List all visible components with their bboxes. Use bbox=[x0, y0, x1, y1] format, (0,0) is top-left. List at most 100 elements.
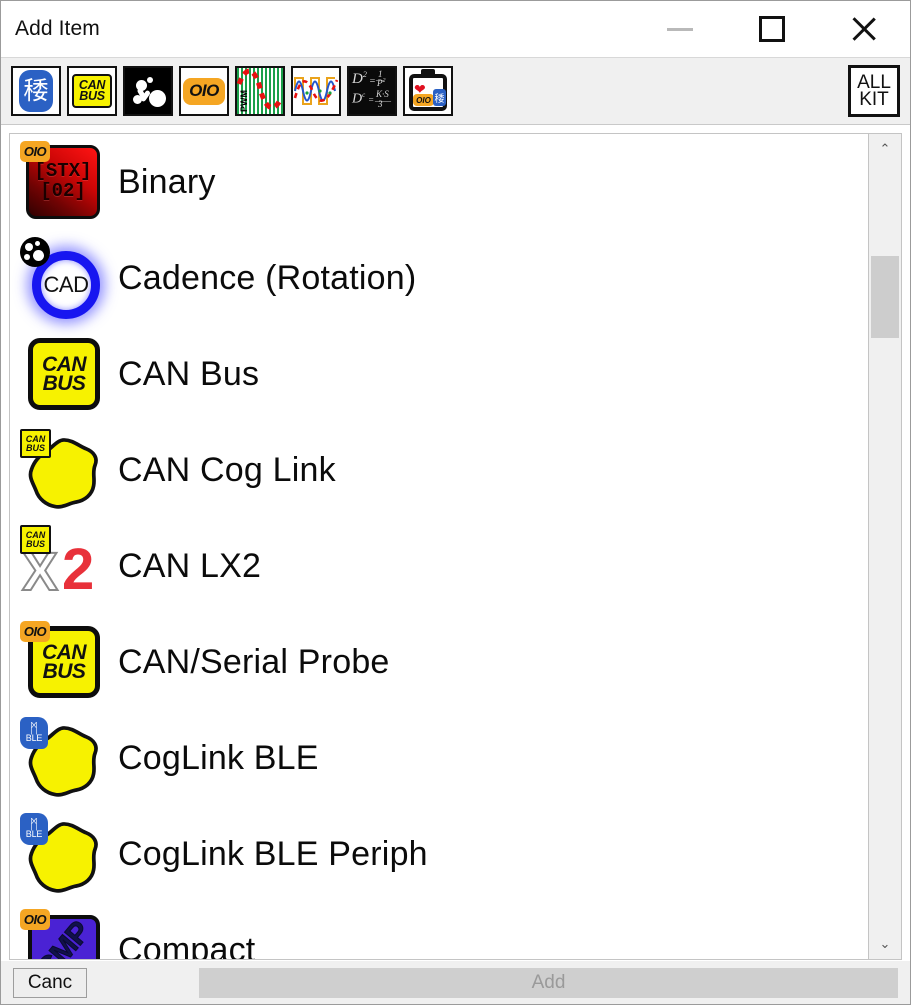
list-item[interactable]: CAD Cadence (Rotation) bbox=[10, 230, 868, 326]
list-item-icon: CAD bbox=[14, 230, 118, 326]
canbus-badge-line2: BUS bbox=[25, 538, 45, 549]
canbus-tile-line2: BUS bbox=[42, 660, 86, 683]
list-item-label: CogLink BLE bbox=[118, 738, 319, 777]
cog-icon: ᛗ BLE bbox=[20, 811, 106, 897]
ble-badge-label: BLE bbox=[25, 829, 43, 840]
list-item-label: Cadence (Rotation) bbox=[118, 258, 417, 297]
window-controls bbox=[634, 1, 910, 57]
oio-badge-text: OIO bbox=[23, 624, 47, 639]
list-item[interactable]: CAN BUS OIO CAN/Serial Probe bbox=[10, 614, 868, 710]
oio-icon-text: OIO bbox=[189, 81, 219, 100]
list-item-label: CAN Bus bbox=[118, 354, 260, 393]
list-item-icon: X 2 CAN BUS bbox=[14, 518, 118, 614]
filter-math-button[interactable]: D2 = 1 — P2 Dc = K·S 3 —— bbox=[347, 66, 397, 116]
oio-badge: OIO bbox=[20, 909, 50, 930]
oio-icon: OIO bbox=[183, 77, 225, 105]
list-item-label: CAN Cog Link bbox=[118, 450, 336, 489]
cog-icon: ᛗ BLE bbox=[20, 715, 106, 801]
filter-canbus-button[interactable]: CAN BUS bbox=[67, 66, 117, 116]
cancel-button[interactable]: Canc bbox=[13, 967, 87, 998]
oio-badge-text: OIO bbox=[23, 912, 47, 927]
list-item-label: Compact bbox=[118, 930, 256, 960]
x2-number: 2 bbox=[62, 537, 95, 602]
title-bar: Add Item bbox=[1, 1, 910, 57]
page-title: Add Item bbox=[15, 17, 100, 40]
list-area: [STX] [02] OIO Binary CAD Cadence (Rotat… bbox=[1, 125, 910, 960]
scroll-down-button[interactable]: ⌄ bbox=[869, 929, 901, 959]
list-item[interactable]: CAN BUS CAN Cog Link bbox=[10, 422, 868, 518]
all-kit-line2: KIT bbox=[859, 89, 889, 110]
list-item-icon: [STX] [02] OIO bbox=[14, 134, 118, 230]
filter-oio-button[interactable]: OIO bbox=[179, 66, 229, 116]
canbus-tile: CAN BUS bbox=[28, 338, 100, 410]
minimize-icon bbox=[667, 27, 693, 31]
bluetooth-icon: 䅗 bbox=[19, 70, 53, 112]
cadence-ring-text: CAD bbox=[43, 272, 89, 297]
list-item-icon: ᛗ BLE bbox=[14, 710, 118, 806]
scrollbar-thumb[interactable] bbox=[871, 256, 899, 338]
list-item-icon: CAN BUS bbox=[14, 422, 118, 518]
canbus-badge-line2: BUS bbox=[25, 442, 45, 453]
compact-icon: CMP OIO bbox=[20, 907, 106, 959]
list-item[interactable]: CMP OIO Compact bbox=[10, 902, 868, 960]
cog-icon: CAN BUS bbox=[20, 427, 106, 513]
list-item-label: CogLink BLE Periph bbox=[118, 834, 428, 873]
canbus-icon-line2: BUS bbox=[79, 89, 105, 103]
ble-badge: ᛗ BLE bbox=[20, 717, 48, 749]
ble-badge: ᛗ BLE bbox=[20, 813, 48, 845]
molecule-icon bbox=[125, 68, 171, 114]
canbus-icon: CAN BUS bbox=[72, 74, 112, 108]
oio-badge: OIO bbox=[20, 621, 50, 642]
list-item[interactable]: X 2 CAN BUS CAN LX2 bbox=[10, 518, 868, 614]
maximize-button[interactable] bbox=[726, 1, 818, 57]
binary-tile-line1: [STX] bbox=[34, 160, 92, 183]
binary-icon: [STX] [02] OIO bbox=[20, 139, 106, 225]
cadence-icon: CAD bbox=[20, 235, 106, 321]
all-kit-button[interactable]: ALL KIT bbox=[848, 65, 900, 117]
scrollbar-track[interactable] bbox=[869, 164, 901, 929]
add-button[interactable]: Add bbox=[199, 967, 898, 998]
ble-badge-label: BLE bbox=[25, 733, 43, 744]
list-item[interactable]: [STX] [02] OIO Binary bbox=[10, 134, 868, 230]
canbus-badge: CAN BUS bbox=[20, 429, 51, 458]
list-item[interactable]: ᛗ BLE CogLink BLE bbox=[10, 710, 868, 806]
math-formula-icon: D2 = 1 — P2 Dc = K·S 3 —— bbox=[349, 68, 395, 114]
list-item-label: CAN LX2 bbox=[118, 546, 262, 585]
dialog-footer: Canc Add bbox=[1, 960, 910, 1004]
waveform-icon bbox=[293, 68, 339, 114]
list-item-icon: CAN BUS OIO bbox=[14, 614, 118, 710]
canbus-icon: CAN BUS OIO bbox=[20, 619, 106, 705]
item-list[interactable]: [STX] [02] OIO Binary CAD Cadence (Rotat… bbox=[9, 133, 868, 960]
list-item-icon: CAN BUS bbox=[14, 326, 118, 422]
list-item[interactable]: ᛗ BLE CogLink BLE Periph bbox=[10, 806, 868, 902]
list-scrollbar[interactable]: ⌃ ⌄ bbox=[868, 133, 902, 960]
clipboard-heart-icon: ❤ OIO 䅗 bbox=[405, 68, 451, 114]
list-item-label: Binary bbox=[118, 162, 216, 201]
pwm-icon: PWM bbox=[237, 68, 283, 114]
maximize-icon bbox=[759, 16, 785, 42]
minimize-button[interactable] bbox=[634, 1, 726, 57]
list-item-icon: ᛗ BLE bbox=[14, 806, 118, 902]
x2-shape: X 2 bbox=[21, 541, 106, 605]
x2-icon: X 2 CAN BUS bbox=[20, 523, 106, 609]
canbus-badge: CAN BUS bbox=[20, 525, 51, 554]
filter-molecule-button[interactable] bbox=[123, 66, 173, 116]
canbus-tile-line2: BUS bbox=[42, 372, 86, 395]
list-item[interactable]: CAN BUS CAN Bus bbox=[10, 326, 868, 422]
filter-bluetooth-button[interactable]: 䅗 bbox=[11, 66, 61, 116]
filter-toolbar: 䅗 CAN BUS OIO PWM D2 = 1 — P2 Dc = K·S 3… bbox=[1, 57, 910, 125]
binary-tile-line2: [02] bbox=[40, 180, 86, 202]
filter-clipboard-button[interactable]: ❤ OIO 䅗 bbox=[403, 66, 453, 116]
close-button[interactable] bbox=[818, 1, 910, 57]
oio-badge: OIO bbox=[20, 141, 50, 162]
canbus-icon: CAN BUS bbox=[20, 331, 106, 417]
oio-badge-text: OIO bbox=[23, 144, 47, 159]
filter-waveform-button[interactable] bbox=[291, 66, 341, 116]
filter-button-group: 䅗 CAN BUS OIO PWM D2 = 1 — P2 Dc = K·S 3… bbox=[11, 66, 453, 116]
filter-pwm-button[interactable]: PWM bbox=[235, 66, 285, 116]
add-item-dialog: Add Item 䅗 CAN BUS OIO PWM D2 = 1 — P2 D… bbox=[0, 0, 911, 1005]
list-item-label: CAN/Serial Probe bbox=[118, 642, 390, 681]
list-item-icon: CMP OIO bbox=[14, 902, 118, 959]
scroll-up-button[interactable]: ⌃ bbox=[869, 134, 901, 164]
molecule-badge bbox=[20, 237, 50, 267]
